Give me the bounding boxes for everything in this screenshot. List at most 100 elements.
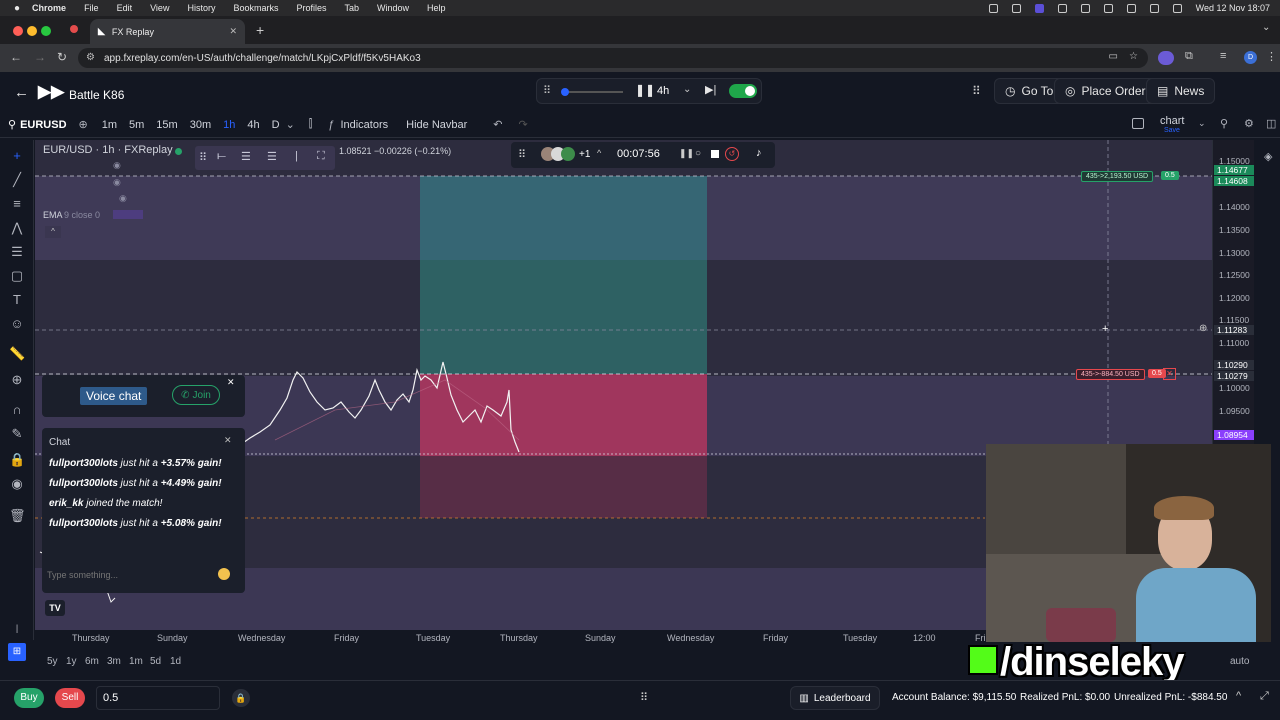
pause-icon[interactable]: ❚❚: [679, 148, 694, 159]
crosshair-icon[interactable]: +: [9, 148, 25, 164]
search-icon[interactable]: ⚲: [8, 118, 16, 131]
chevron-down-icon[interactable]: ⌄: [1198, 118, 1206, 129]
line-style-icon[interactable]: ⟝: [217, 150, 226, 163]
drag-handle-icon[interactable]: ⠿: [543, 84, 551, 97]
text-icon[interactable]: T: [9, 292, 25, 308]
range-1m[interactable]: 1m: [129, 656, 143, 667]
projection-icon[interactable]: ☰: [9, 244, 25, 260]
close-icon[interactable]: ✕: [224, 435, 232, 446]
range-3m[interactable]: 3m: [107, 656, 121, 667]
timeframe-4h[interactable]: 4h: [247, 119, 259, 131]
tab-close-icon[interactable]: ✕: [229, 26, 237, 37]
record-icon[interactable]: ○: [695, 148, 701, 159]
reset-icon[interactable]: ↺: [725, 147, 739, 161]
menu-chrome[interactable]: Chrome: [32, 3, 66, 13]
add-alert-icon[interactable]: ⊕: [1199, 323, 1207, 334]
control-center-icon[interactable]: [1172, 3, 1182, 13]
settings-sliders-icon[interactable]: ☰: [267, 150, 277, 163]
place-order-button[interactable]: ◎ Place Order: [1054, 78, 1157, 104]
eye-visibility-icon[interactable]: ◉: [113, 177, 121, 188]
collapse-panel-icon[interactable]: |: [9, 620, 25, 636]
camera-icon[interactable]: ◫: [1266, 117, 1276, 130]
eye-icon[interactable]: ◉: [9, 476, 25, 492]
menu-tab[interactable]: Tab: [345, 3, 360, 13]
take-profit-quantity[interactable]: 0.5: [1161, 171, 1179, 180]
back-arrow-icon[interactable]: ←: [14, 84, 29, 101]
status-icon[interactable]: [1080, 3, 1090, 13]
pattern-icon[interactable]: ⋀: [9, 220, 25, 236]
back-icon[interactable]: ←: [10, 50, 22, 64]
timeframe-dropdown-icon[interactable]: ⌄: [286, 118, 295, 131]
speed-slider-thumb[interactable]: [561, 88, 569, 96]
bookmark-star-icon[interactable]: ☆: [1129, 51, 1138, 62]
wifi-icon[interactable]: [1126, 3, 1136, 13]
timeframe-d[interactable]: D: [272, 119, 280, 131]
status-icon[interactable]: [988, 3, 998, 13]
drag-handle-icon[interactable]: ⠿: [199, 151, 207, 164]
stop-icon[interactable]: [711, 150, 719, 158]
minimize-window-button[interactable]: [27, 26, 37, 36]
leaderboard-button[interactable]: ▥ Leaderboard: [790, 686, 880, 710]
eye-visibility-icon[interactable]: ◉: [119, 193, 127, 204]
menu-edit[interactable]: Edit: [117, 3, 133, 13]
status-icon[interactable]: [1011, 3, 1021, 13]
menu-profiles[interactable]: Profiles: [296, 3, 326, 13]
stop-loss-zone[interactable]: [420, 374, 707, 456]
close-window-button[interactable]: [13, 26, 23, 36]
timeframe-15m[interactable]: 15m: [156, 119, 177, 131]
step-forward-icon[interactable]: ▶|: [705, 83, 716, 96]
layout-save-label[interactable]: Save: [1164, 127, 1180, 134]
status-icon[interactable]: [1034, 3, 1044, 13]
close-icon[interactable]: ✕: [227, 377, 239, 389]
rectangle-icon[interactable]: ▢: [9, 268, 25, 284]
menu-file[interactable]: File: [84, 3, 99, 13]
sell-button[interactable]: Sell: [55, 688, 85, 708]
range-5y[interactable]: 5y: [47, 656, 58, 667]
buy-button[interactable]: Buy: [14, 688, 44, 708]
range-5d[interactable]: 5d: [150, 656, 161, 667]
browser-menu-icon[interactable]: ⋮: [1266, 50, 1277, 63]
new-tab-button[interactable]: +: [256, 22, 264, 38]
quantity-input[interactable]: [96, 686, 220, 710]
magnet-icon[interactable]: ∩: [9, 402, 25, 418]
fib-icon[interactable]: ≡: [9, 196, 25, 212]
lock-icon[interactable]: 🔒: [9, 452, 25, 468]
stop-loss-pill[interactable]: 435->-884.50 USD: [1076, 369, 1145, 380]
fullscreen-icon[interactable]: [1132, 118, 1144, 129]
menu-window[interactable]: Window: [377, 3, 409, 13]
battery-icon[interactable]: [1149, 3, 1159, 13]
emoji-icon[interactable]: ☺: [9, 316, 25, 332]
range-6m[interactable]: 6m: [85, 656, 99, 667]
chat-input[interactable]: [47, 566, 217, 584]
pencil-lock-icon[interactable]: ✎: [9, 426, 25, 442]
drag-handle-icon[interactable]: ⠿: [518, 148, 526, 161]
indicators-button[interactable]: Indicators: [340, 119, 388, 131]
collapse-legend-icon[interactable]: ^: [45, 226, 61, 238]
participants-extra-count[interactable]: +1: [579, 149, 590, 160]
timeframe-1h[interactable]: 1h: [223, 119, 235, 131]
chevron-up-icon[interactable]: ^: [597, 148, 601, 158]
extension-icon[interactable]: [1158, 51, 1174, 65]
chevron-down-icon[interactable]: ⌄: [683, 84, 691, 95]
ema-indicator-label[interactable]: EMA: [43, 210, 63, 220]
hide-navbar-button[interactable]: Hide Navbar: [406, 119, 467, 131]
timeframe-1m[interactable]: 1m: [102, 119, 117, 131]
avatar[interactable]: [561, 147, 575, 161]
object-tree-icon[interactable]: ◈: [1264, 150, 1272, 163]
take-profit-pill[interactable]: 435->2,193.50 USD: [1081, 171, 1154, 182]
forward-icon[interactable]: →: [34, 50, 46, 64]
lock-button[interactable]: 🔒: [232, 689, 250, 707]
chat-username[interactable]: fullport300lots: [49, 458, 118, 469]
symbol-legend-title[interactable]: EUR/USD · 1h · FXReplay: [43, 144, 173, 156]
news-button[interactable]: ▤ News: [1146, 78, 1216, 104]
timeframe-5m[interactable]: 5m: [129, 119, 144, 131]
site-info-icon[interactable]: ⚙: [86, 52, 95, 63]
settings-sliders-icon[interactable]: ☰: [241, 150, 251, 163]
menu-history[interactable]: History: [187, 3, 215, 13]
reload-icon[interactable]: ↻: [57, 50, 67, 64]
emoji-picker-icon[interactable]: [218, 568, 230, 580]
reading-list-icon[interactable]: ≡: [1220, 50, 1226, 62]
status-icon[interactable]: [1103, 3, 1113, 13]
add-symbol-icon[interactable]: ⊕: [79, 118, 88, 131]
range-1y[interactable]: 1y: [66, 656, 77, 667]
